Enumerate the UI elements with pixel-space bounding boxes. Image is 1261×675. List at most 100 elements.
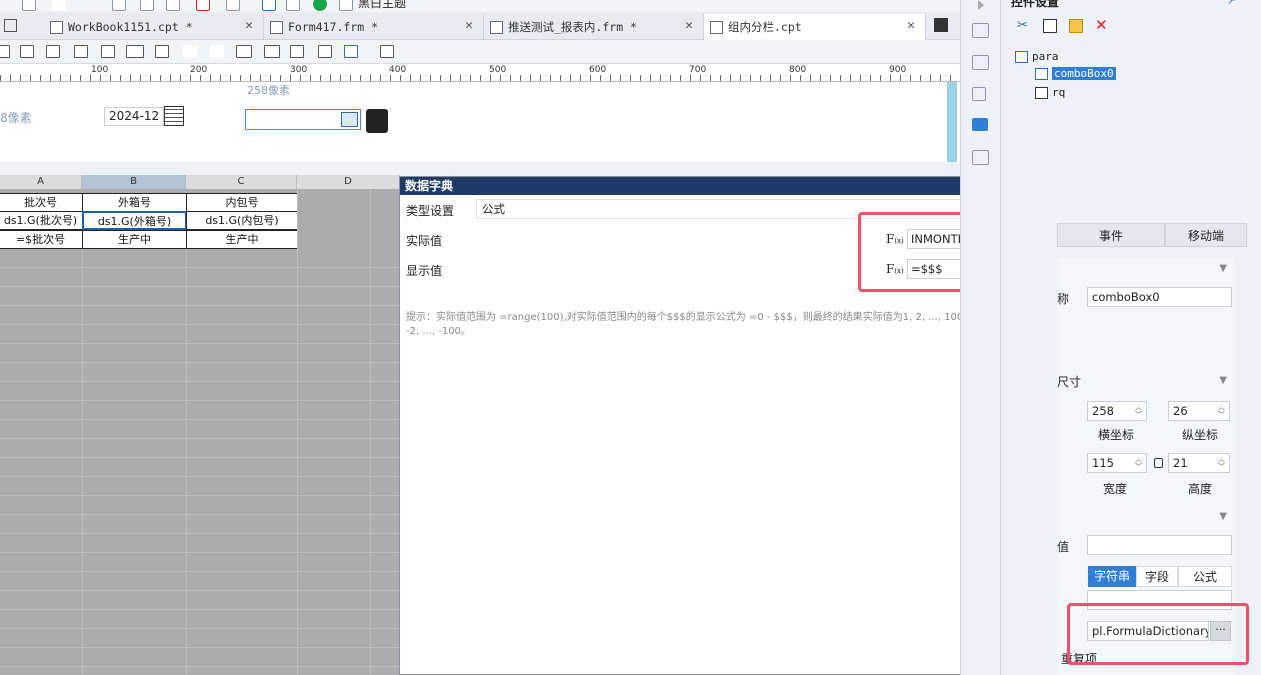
unlock-icon[interactable] bbox=[366, 109, 388, 133]
publish-icon[interactable] bbox=[262, 0, 276, 11]
tree-widget-icon[interactable] bbox=[290, 45, 304, 58]
delete-icon[interactable] bbox=[196, 0, 210, 11]
zoom-icon[interactable] bbox=[286, 0, 300, 11]
frm-file-icon bbox=[270, 20, 283, 34]
radio-group-icon[interactable] bbox=[210, 45, 224, 58]
cell-a3[interactable]: =$批次号 bbox=[0, 230, 83, 249]
spinner-arrows-icon[interactable]: ︿ ﹀ bbox=[1135, 403, 1145, 419]
cell-b3[interactable]: 生产中 bbox=[82, 230, 187, 249]
file-settings-icon[interactable] bbox=[972, 55, 989, 70]
calendar-icon[interactable] bbox=[164, 106, 184, 126]
button-widget-icon[interactable] bbox=[20, 45, 34, 58]
layout-widget-icon[interactable] bbox=[344, 45, 358, 58]
copy-icon[interactable] bbox=[140, 0, 154, 11]
tab-push-test[interactable]: 推送测试_报表内.frm * ✕ bbox=[484, 14, 704, 40]
tab-workbook1151[interactable]: WorkBook1151.cpt * ✕ bbox=[44, 14, 264, 40]
segment-field[interactable]: 字段 bbox=[1136, 566, 1178, 587]
text-widget-icon[interactable] bbox=[236, 45, 252, 58]
frame-icon[interactable] bbox=[972, 87, 986, 101]
cell-c2[interactable]: ds1.G(内包号) bbox=[186, 211, 298, 230]
more-widgets-icon[interactable] bbox=[380, 45, 394, 58]
delete-icon[interactable]: ✕ bbox=[1095, 16, 1108, 34]
list-widget-icon[interactable] bbox=[74, 45, 88, 58]
close-icon[interactable]: ✕ bbox=[245, 18, 253, 33]
cell-c1[interactable]: 内包号 bbox=[186, 193, 298, 212]
grid-icon[interactable] bbox=[4, 19, 17, 32]
width-spinner[interactable]: 115 ︿ ﹀ bbox=[1087, 453, 1147, 473]
chevron-down-icon[interactable]: ▼ bbox=[1219, 263, 1227, 274]
preview-icon[interactable] bbox=[226, 0, 240, 11]
save-icon[interactable] bbox=[22, 0, 36, 11]
spinner-arrows-icon[interactable]: ︿ ﹀ bbox=[1135, 455, 1145, 471]
tree-node-combobox0[interactable]: comboBox0 bbox=[1035, 67, 1116, 80]
tab-group-columns[interactable]: 组内分栏.cpt ✕ bbox=[704, 14, 926, 40]
tree-node-rq[interactable]: rq bbox=[1035, 86, 1065, 99]
label-widget-icon[interactable] bbox=[0, 45, 10, 58]
height-spinner[interactable]: 21 ︿ ﹀ bbox=[1168, 453, 1230, 473]
close-icon[interactable]: ✕ bbox=[465, 18, 473, 33]
table-layout-icon[interactable] bbox=[972, 23, 989, 38]
position-hint-label: 8像素 bbox=[0, 111, 32, 125]
expand-arrow-icon[interactable] bbox=[978, 0, 984, 10]
chevron-down-icon[interactable]: ▼ bbox=[1219, 375, 1227, 386]
spinner-arrows-icon[interactable]: ︿ ﹀ bbox=[1218, 403, 1228, 419]
widget-name-input[interactable]: comboBox0 bbox=[1087, 287, 1232, 307]
text-area-widget-icon[interactable] bbox=[155, 45, 169, 58]
number-widget-icon[interactable] bbox=[126, 45, 144, 58]
widget-settings-icon[interactable] bbox=[972, 118, 988, 131]
tree-node-label: para bbox=[1032, 50, 1059, 63]
y-coordinate-spinner[interactable]: 26 ︿ ﹀ bbox=[1168, 401, 1230, 421]
check-icon[interactable] bbox=[313, 0, 327, 11]
combobox-icon bbox=[1035, 67, 1048, 80]
tab-mobile[interactable]: 移动端 bbox=[1165, 223, 1247, 247]
date-input[interactable]: 2024-12 bbox=[104, 107, 164, 126]
tab-menu-icon[interactable] bbox=[934, 18, 948, 32]
dropdown-arrow-icon[interactable] bbox=[341, 112, 358, 127]
paste-icon[interactable] bbox=[166, 0, 180, 11]
spreadsheet-grid: A B C D 批次号 外箱号 内包号 ds1.G(批次号) ds1.G(外箱号… bbox=[0, 163, 400, 675]
column-header-d[interactable]: D bbox=[297, 175, 400, 189]
column-header-c[interactable]: C bbox=[186, 175, 297, 189]
x-coordinate-spinner[interactable]: 258 ︿ ﹀ bbox=[1087, 401, 1147, 421]
list-settings-icon[interactable] bbox=[972, 150, 989, 165]
theme-label: 黑白主题 bbox=[358, 0, 407, 10]
cell-a1[interactable]: 批次号 bbox=[0, 193, 83, 212]
cell-b1[interactable]: 外箱号 bbox=[82, 193, 187, 212]
table-tree-icon[interactable] bbox=[318, 45, 332, 58]
tab-form417[interactable]: Form417.frm * ✕ bbox=[264, 14, 484, 40]
segment-string[interactable]: 字符串 bbox=[1088, 566, 1136, 587]
cell-c3[interactable]: 生产中 bbox=[186, 230, 298, 249]
combobox-widget[interactable] bbox=[245, 109, 361, 130]
cell-a2[interactable]: ds1.G(批次号) bbox=[0, 211, 83, 230]
close-icon[interactable]: ✕ bbox=[685, 18, 693, 33]
tab-events[interactable]: 事件 bbox=[1057, 223, 1165, 247]
ruler-label: 900 bbox=[889, 65, 907, 75]
segment-formula[interactable]: 公式 bbox=[1178, 566, 1232, 587]
form-icon bbox=[1015, 50, 1028, 63]
paste-icon[interactable] bbox=[1069, 19, 1083, 33]
password-widget-icon[interactable] bbox=[264, 45, 280, 58]
side-icon-strip bbox=[960, 0, 1000, 675]
undo-icon[interactable] bbox=[52, 0, 66, 11]
tree-node-label-selected: comboBox0 bbox=[1052, 67, 1116, 80]
spinner-arrows-icon[interactable]: ︿ ﹀ bbox=[1218, 455, 1228, 471]
close-icon[interactable]: ✕ bbox=[907, 18, 915, 33]
combobox-widget-icon[interactable] bbox=[46, 45, 60, 58]
cut-icon[interactable] bbox=[112, 0, 126, 11]
lock-aspect-icon[interactable] bbox=[1154, 458, 1163, 468]
widget-value-input[interactable] bbox=[1087, 535, 1232, 555]
cut-icon[interactable]: ✂ bbox=[1017, 18, 1032, 33]
cell-b2[interactable]: ds1.G(外箱号) bbox=[82, 211, 187, 230]
panel-title: 控件设置 bbox=[1011, 0, 1060, 9]
checkbox-group-icon[interactable] bbox=[183, 45, 197, 58]
column-header-b[interactable]: B bbox=[82, 175, 186, 189]
date-widget-icon[interactable] bbox=[101, 45, 115, 58]
tree-node-para[interactable]: para bbox=[1015, 50, 1059, 63]
chevron-down-icon[interactable]: ▼ bbox=[1219, 511, 1227, 522]
column-header-a[interactable]: A bbox=[0, 175, 82, 189]
copy-icon[interactable] bbox=[1043, 19, 1057, 33]
splitter[interactable] bbox=[0, 163, 400, 175]
y-coordinate-label: 纵坐标 bbox=[1182, 428, 1219, 442]
panel-expand-icon[interactable]: ↗ bbox=[1227, 0, 1236, 7]
checkbox-icon[interactable] bbox=[339, 0, 353, 11]
